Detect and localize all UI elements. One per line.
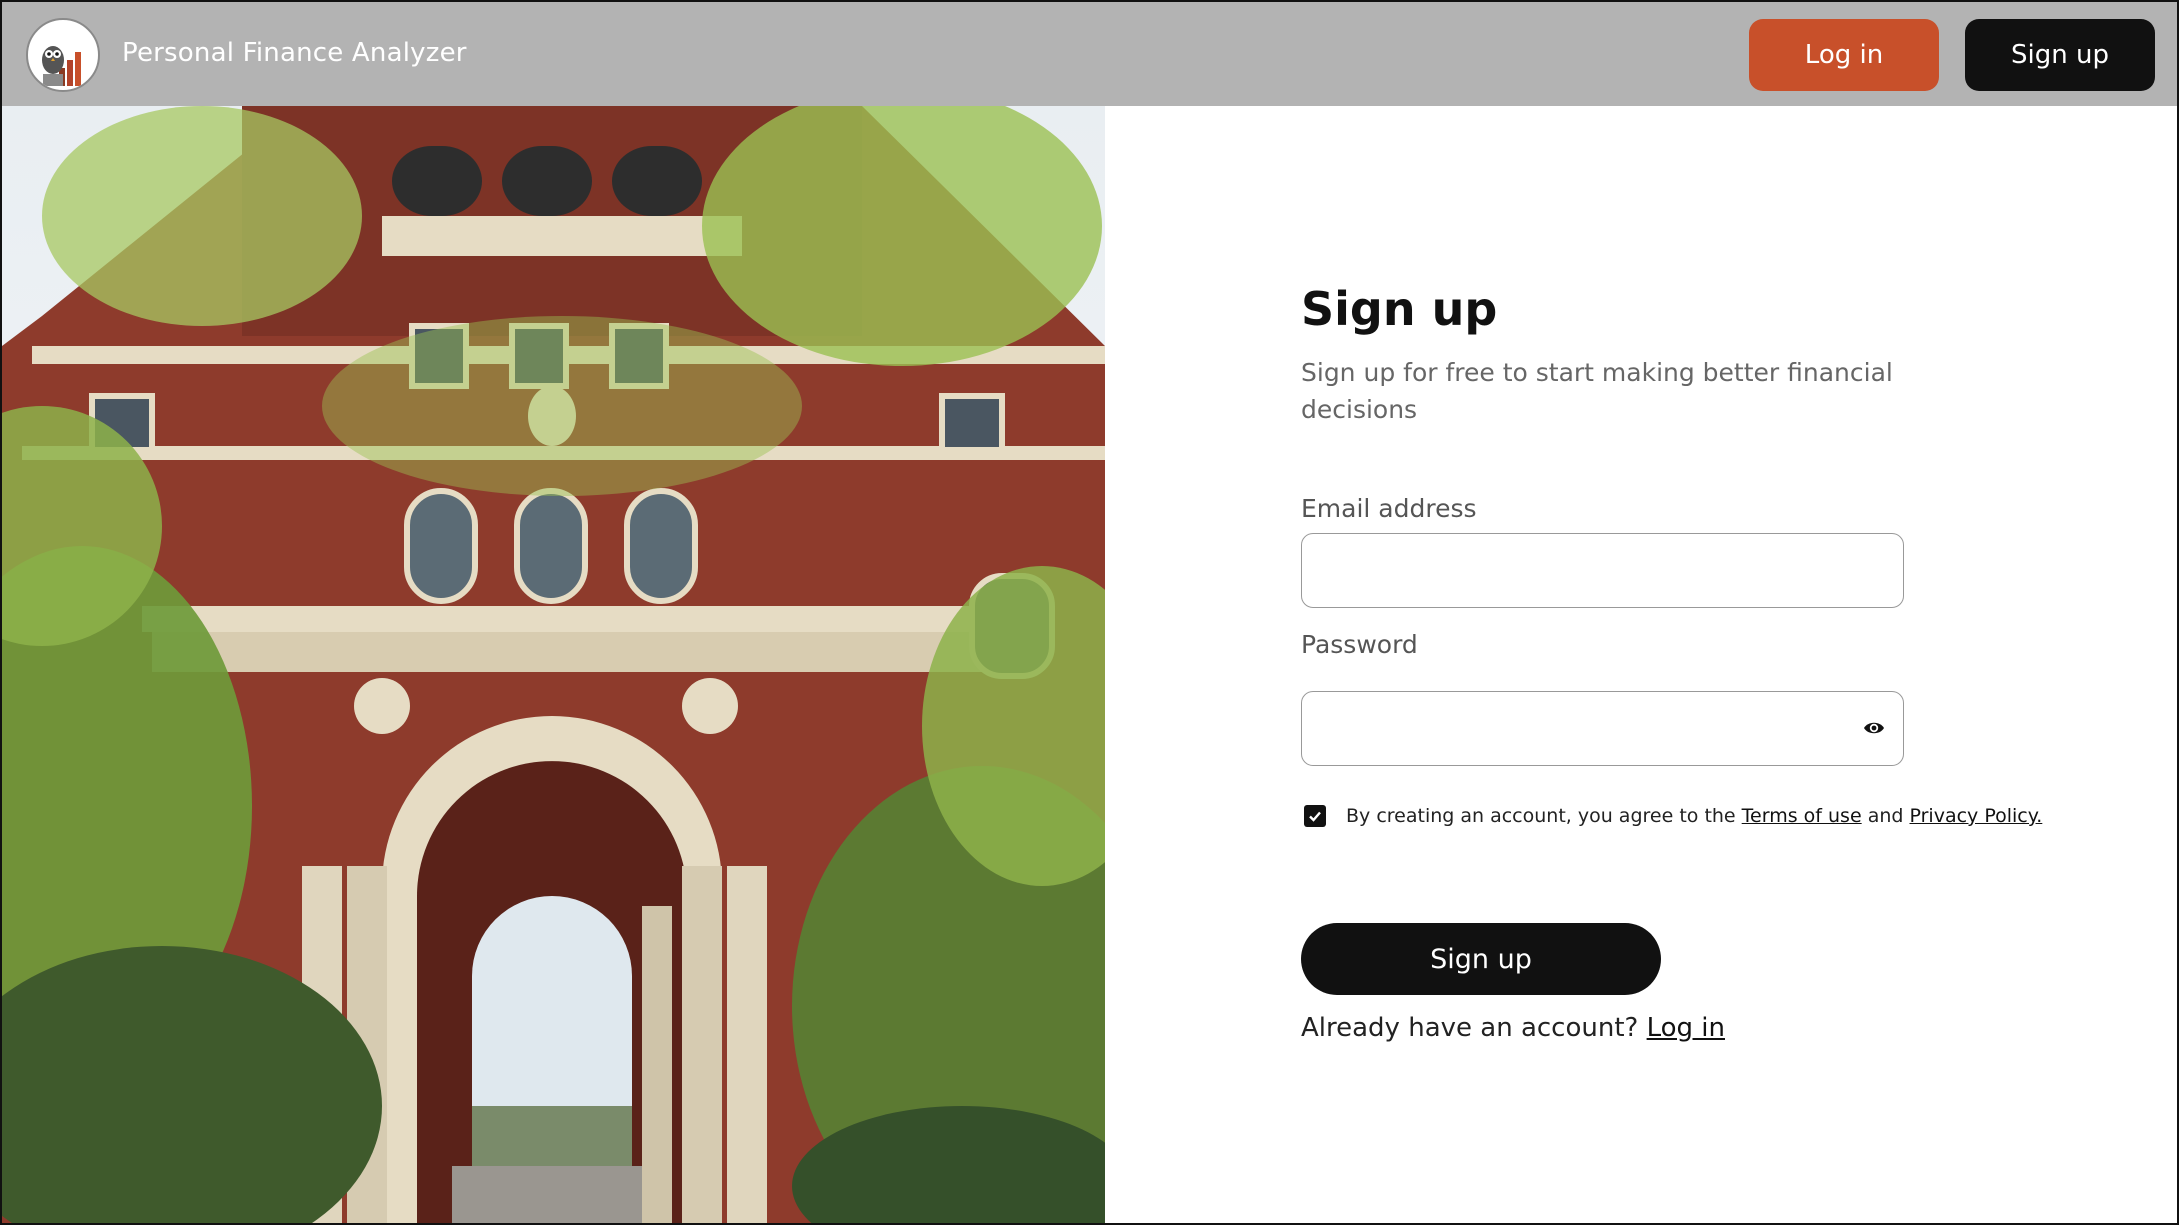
- checkmark-icon: [1309, 811, 1321, 822]
- login-button[interactable]: Log in: [1749, 19, 1939, 91]
- already-text: Already have an account?: [1301, 1013, 1647, 1043]
- form-title: Sign up: [1301, 282, 1498, 336]
- signup-submit-button[interactable]: Sign up: [1301, 923, 1661, 995]
- signup-header-button[interactable]: Sign up: [1965, 19, 2155, 91]
- top-header: Personal Finance Analyzer Log in Sign up: [2, 2, 2177, 106]
- app-title: Personal Finance Analyzer: [122, 38, 467, 68]
- terms-and-text: and: [1861, 805, 1910, 827]
- privacy-policy-link[interactable]: Privacy Policy.: [1909, 805, 2042, 827]
- form-subtitle: Sign up for free to start making better …: [1301, 358, 1893, 424]
- terms-prefix-text: By creating an account, you agree to the: [1346, 805, 1742, 827]
- password-label: Password: [1301, 630, 1418, 659]
- email-label: Email address: [1301, 494, 1477, 523]
- terms-agreement-row: By creating an account, you agree to the…: [1301, 805, 2042, 827]
- eye-icon[interactable]: [1863, 719, 1885, 737]
- hero-building-photo: [2, 106, 1105, 1223]
- password-field[interactable]: [1301, 691, 1904, 766]
- app-frame: Personal Finance Analyzer Log in Sign up: [0, 0, 2179, 1225]
- terms-checkbox[interactable]: [1304, 805, 1326, 827]
- already-have-account-row: Already have an account? Log in: [1301, 1013, 1725, 1043]
- login-link[interactable]: Log in: [1647, 1013, 1725, 1043]
- owl-bar-chart-logo-icon[interactable]: [26, 18, 100, 92]
- terms-of-use-link[interactable]: Terms of use: [1742, 805, 1862, 827]
- email-field[interactable]: [1301, 533, 1904, 608]
